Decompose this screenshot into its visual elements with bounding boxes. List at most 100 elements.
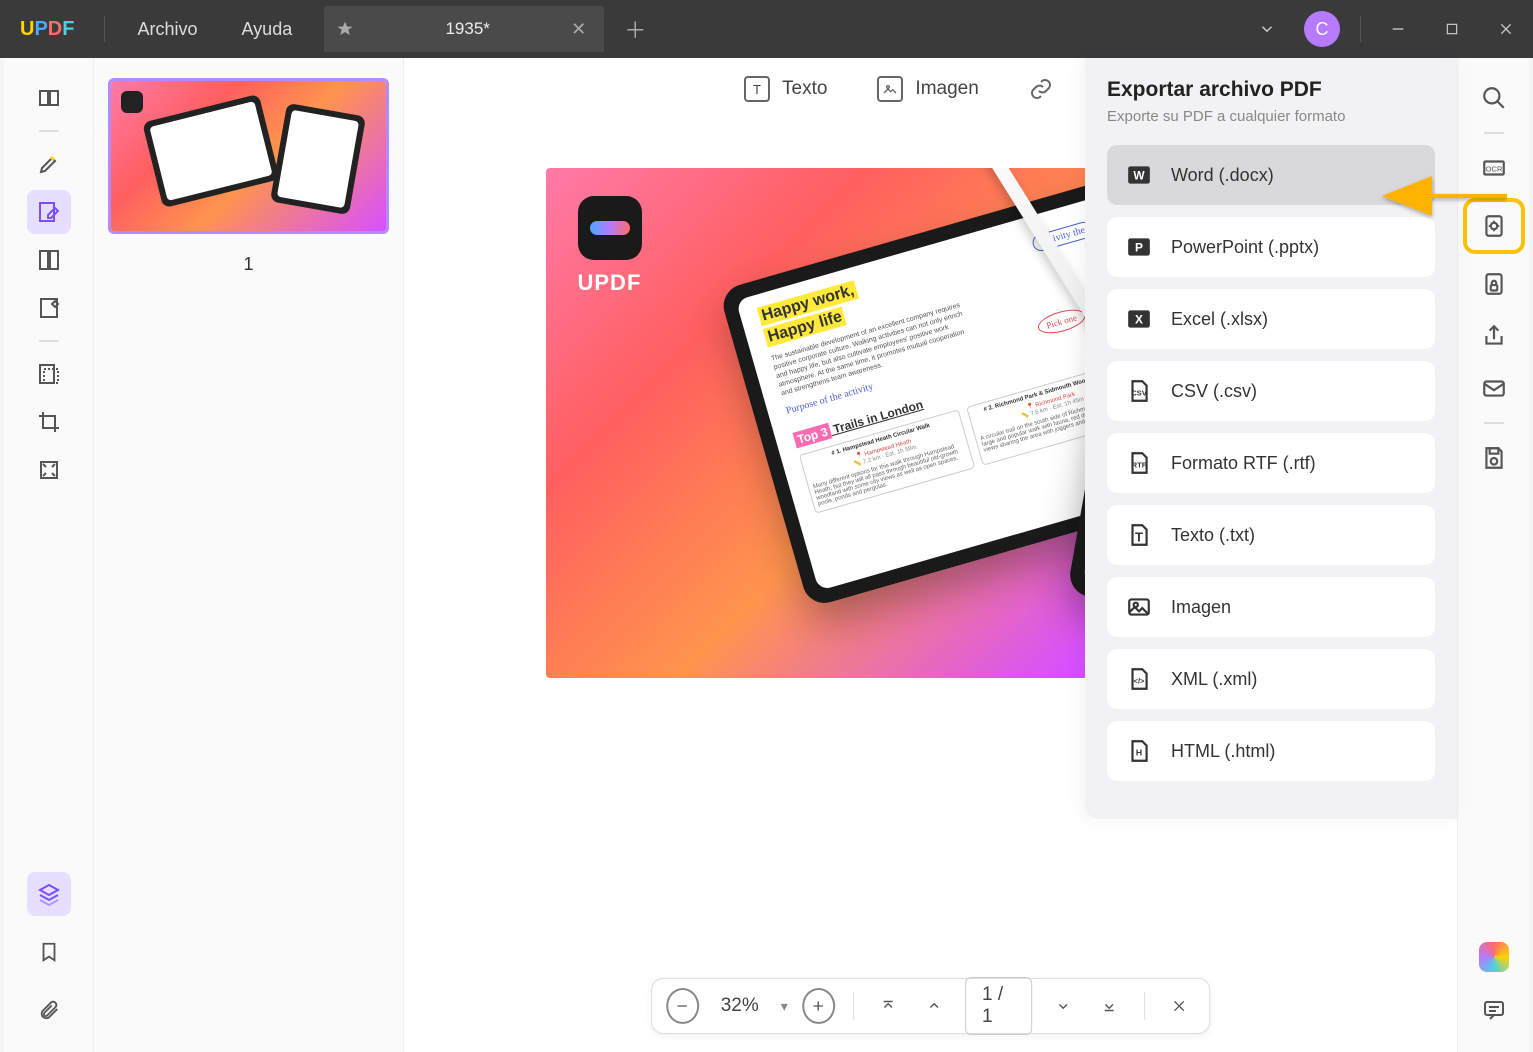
thumbnail-image	[111, 81, 386, 231]
tool-text[interactable]: T Texto	[744, 76, 827, 102]
search-icon[interactable]	[1472, 76, 1516, 120]
word-icon: W	[1125, 161, 1153, 189]
last-page-button[interactable]	[1093, 988, 1126, 1024]
logo-d: D	[48, 18, 62, 41]
protect-icon[interactable]	[1472, 262, 1516, 306]
document-tab[interactable]: 1935* ✕	[324, 6, 604, 52]
export-html-label: HTML (.html)	[1171, 741, 1275, 762]
svg-text:X: X	[1135, 312, 1143, 326]
ai-assistant-icon[interactable]	[1479, 942, 1509, 972]
total-pages: 1	[982, 1006, 993, 1027]
user-avatar[interactable]: C	[1304, 11, 1340, 47]
export-icon[interactable]	[1463, 198, 1525, 254]
zoom-out-button[interactable]	[666, 988, 699, 1024]
export-powerpoint[interactable]: P PowerPoint (.pptx)	[1107, 217, 1435, 277]
layers-icon[interactable]	[27, 872, 71, 916]
logo-f: F	[62, 18, 74, 41]
export-rtf-label: Formato RTF (.rtf)	[1171, 453, 1316, 474]
export-csv-label: CSV (.csv)	[1171, 381, 1257, 402]
close-window-button[interactable]	[1479, 0, 1533, 58]
separator	[853, 992, 854, 1020]
zoom-level[interactable]: 32%	[713, 995, 767, 1017]
image-tool-icon	[877, 76, 903, 102]
export-excel-label: Excel (.xlsx)	[1171, 309, 1268, 330]
svg-text:T: T	[1135, 530, 1143, 545]
export-excel[interactable]: X Excel (.xlsx)	[1107, 289, 1435, 349]
email-icon[interactable]	[1472, 366, 1516, 410]
thumbnail-page-number: 1	[108, 254, 389, 275]
main-area: 1 T Texto Imagen UPDF	[4, 58, 1529, 1052]
close-tab-button[interactable]: ✕	[567, 15, 590, 44]
next-page-button[interactable]	[1047, 988, 1080, 1024]
separator	[1360, 16, 1361, 42]
export-rtf[interactable]: RTF Formato RTF (.rtf)	[1107, 433, 1435, 493]
separator	[39, 340, 59, 342]
share-icon[interactable]	[1472, 314, 1516, 358]
ocr-icon[interactable]: OCR	[1472, 146, 1516, 190]
export-image[interactable]: Imagen	[1107, 577, 1435, 637]
separator	[39, 130, 59, 132]
attachment-icon[interactable]	[27, 988, 71, 1032]
export-text[interactable]: T Texto (.txt)	[1107, 505, 1435, 565]
tool-image[interactable]: Imagen	[877, 76, 978, 102]
add-tab-button[interactable]: ＋	[604, 13, 666, 45]
dropdown-button[interactable]	[1240, 0, 1294, 58]
export-xml[interactable]: </> XML (.xml)	[1107, 649, 1435, 709]
export-word[interactable]: W Word (.docx)	[1107, 145, 1435, 205]
separator	[1484, 422, 1504, 424]
form-icon[interactable]	[27, 286, 71, 330]
powerpoint-icon: P	[1125, 233, 1153, 261]
reader-mode-icon[interactable]	[27, 76, 71, 120]
edit-mode-icon[interactable]	[27, 190, 71, 234]
export-powerpoint-label: PowerPoint (.pptx)	[1171, 237, 1319, 258]
prev-page-button[interactable]	[918, 988, 951, 1024]
menu-file[interactable]: Archivo	[115, 19, 219, 40]
tool-link[interactable]	[1029, 77, 1053, 101]
zoom-nav-bar: 32% ▾ 1 / 1	[651, 978, 1211, 1034]
svg-text:CSV: CSV	[1131, 388, 1147, 397]
first-page-button[interactable]	[872, 988, 905, 1024]
maximize-button[interactable]	[1425, 0, 1479, 58]
crop-icon[interactable]	[27, 400, 71, 444]
image-export-icon	[1125, 593, 1153, 621]
menu-help[interactable]: Ayuda	[220, 19, 315, 40]
compress-icon[interactable]	[27, 448, 71, 492]
text-icon: T	[1125, 521, 1153, 549]
zoom-in-button[interactable]	[802, 988, 835, 1024]
text-tool-icon: T	[744, 76, 770, 102]
export-panel: Exportar archivo PDF Exporte su PDF a cu…	[1085, 58, 1457, 819]
tab-title: 1935*	[368, 19, 567, 39]
logo-p: P	[34, 18, 47, 41]
svg-text:W: W	[1133, 168, 1145, 182]
save-icon[interactable]	[1472, 436, 1516, 480]
page-thumbnail[interactable]	[108, 78, 389, 234]
export-subtitle: Exporte su PDF a cualquier formato	[1107, 108, 1435, 125]
close-bar-button[interactable]	[1163, 988, 1196, 1024]
tool-text-label: Texto	[782, 78, 827, 100]
organize-icon[interactable]	[27, 352, 71, 396]
svg-text:H: H	[1136, 747, 1142, 757]
pages-icon[interactable]	[27, 238, 71, 282]
xml-icon: </>	[1125, 665, 1153, 693]
comment-icon[interactable]	[1472, 988, 1516, 1032]
bookmark-icon[interactable]	[27, 930, 71, 974]
rtf-icon: RTF	[1125, 449, 1153, 477]
export-title: Exportar archivo PDF	[1107, 78, 1435, 102]
csv-icon: CSV	[1125, 377, 1153, 405]
export-xml-label: XML (.xml)	[1171, 669, 1257, 690]
minimize-button[interactable]	[1371, 0, 1425, 58]
export-csv[interactable]: CSV CSV (.csv)	[1107, 361, 1435, 421]
separator	[104, 16, 105, 42]
thumbnails-panel: 1	[94, 58, 404, 1052]
page-indicator[interactable]: 1 / 1	[965, 977, 1033, 1035]
zoom-dropdown-icon[interactable]: ▾	[781, 998, 788, 1015]
export-text-label: Texto (.txt)	[1171, 525, 1255, 546]
right-sidebar: OCR	[1457, 58, 1529, 1052]
preview-logo-text: UPDF	[578, 270, 642, 296]
svg-text:OCR: OCR	[1485, 164, 1502, 173]
html-icon: H	[1125, 737, 1153, 765]
app-logo: UPDF	[0, 18, 94, 41]
export-html[interactable]: H HTML (.html)	[1107, 721, 1435, 781]
highlighter-icon[interactable]	[27, 142, 71, 186]
svg-text:P: P	[1135, 240, 1143, 254]
